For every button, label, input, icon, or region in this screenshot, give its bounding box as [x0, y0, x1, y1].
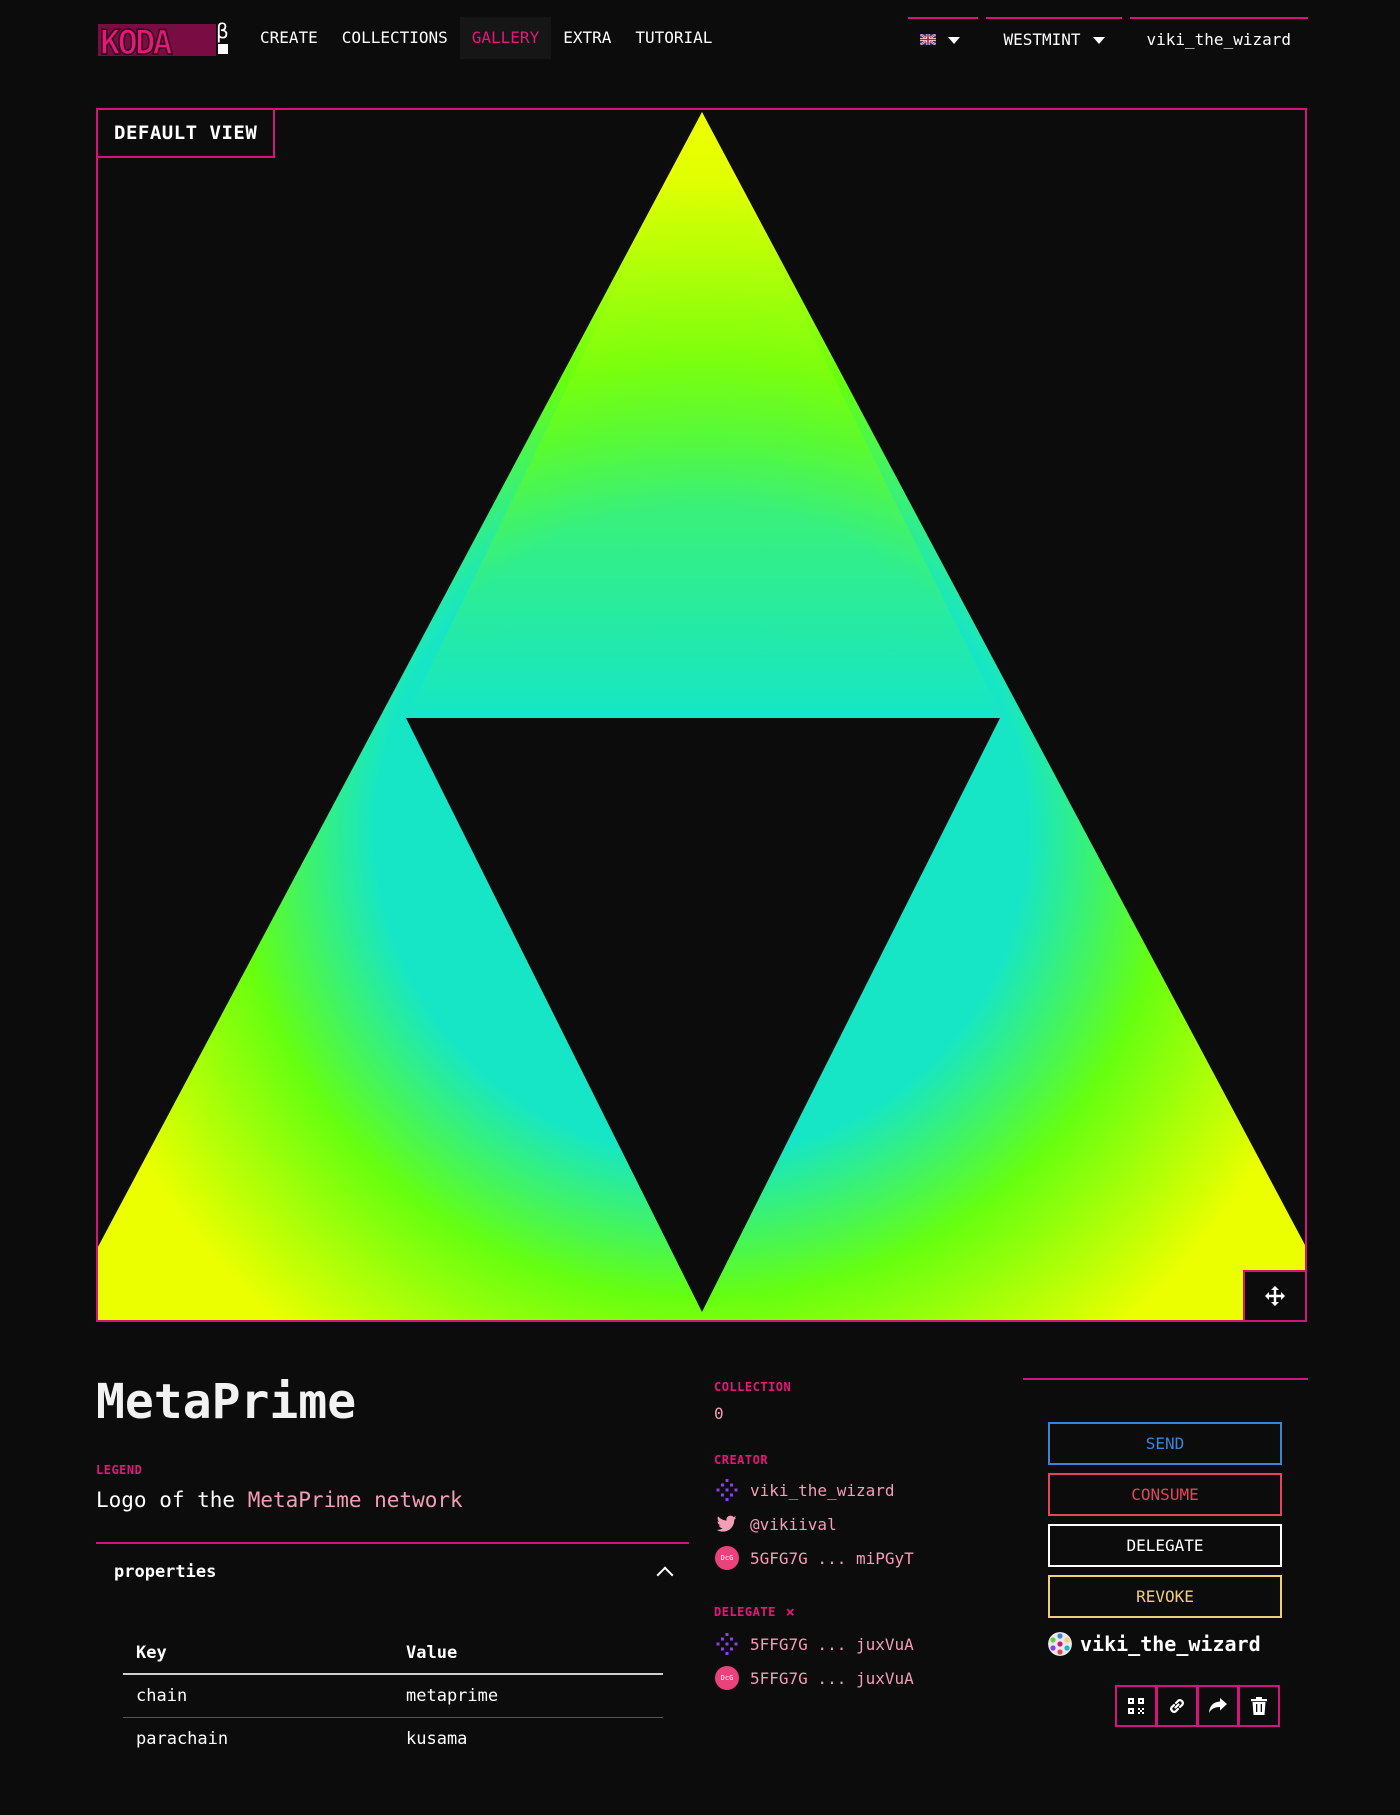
action-buttons: SEND CONSUME DELEGATE REVOKE — [1048, 1422, 1282, 1626]
nav-create[interactable]: CREATE — [248, 17, 330, 59]
top-navbar: KODA β CREATE COLLECTIONS GALLERY EXTRA … — [96, 14, 1308, 64]
delegate-address[interactable]: DcG 5FFG7G ... juxVuA — [714, 1661, 974, 1695]
delete-button[interactable] — [1238, 1685, 1280, 1727]
beta-badge: β — [216, 19, 229, 43]
owner-avatar-icon — [1048, 1632, 1072, 1656]
creator-twitter[interactable]: @vikiival — [714, 1507, 974, 1541]
language-dropdown[interactable] — [908, 17, 979, 59]
identity-diamond-icon — [714, 1477, 740, 1503]
nav-collections[interactable]: COLLECTIONS — [330, 17, 460, 59]
properties-panel: properties Key Value chain metaprime par… — [96, 1542, 689, 1749]
nav-extra[interactable]: EXTRA — [551, 17, 623, 59]
delegate-button[interactable]: DELEGATE — [1048, 1524, 1282, 1567]
delegate-header: DELEGATE × — [714, 1603, 974, 1621]
creator-label: CREATOR — [714, 1453, 769, 1467]
address-avatar-icon: DcG — [714, 1545, 740, 1571]
close-icon[interactable]: × — [786, 1603, 795, 1621]
delegate-label: DELEGATE — [714, 1605, 776, 1619]
nft-title: MetaPrime — [96, 1374, 357, 1430]
identity-diamond-icon — [714, 1631, 740, 1657]
legend-highlight: MetaPrime network — [247, 1488, 463, 1512]
legend-description: Logo of the MetaPrime network — [96, 1488, 463, 1512]
creator-name: viki_the_wizard — [750, 1480, 895, 1500]
table-header-row: Key Value — [123, 1632, 663, 1675]
qr-code-button[interactable] — [1115, 1685, 1157, 1727]
fullscreen-button[interactable] — [1243, 1270, 1305, 1320]
nav-right: WESTMINT viki_the_wizard — [908, 17, 1308, 59]
chevron-up-icon — [656, 1566, 674, 1584]
address-avatar-icon: DcG — [714, 1665, 740, 1691]
owner-identity[interactable]: viki_the_wizard — [1048, 1632, 1261, 1656]
table-row: chain metaprime — [123, 1674, 663, 1718]
properties-title: properties — [114, 1562, 217, 1582]
send-button[interactable]: SEND — [1048, 1422, 1282, 1465]
qr-code-icon — [1128, 1698, 1144, 1714]
nft-media-viewer: DEFAULT VIEW — [96, 108, 1307, 1322]
revoke-button[interactable]: REVOKE — [1048, 1575, 1282, 1618]
collection-label: COLLECTION — [714, 1380, 792, 1394]
table-row: parachain kusama — [123, 1717, 663, 1760]
account-button[interactable]: viki_the_wizard — [1129, 17, 1308, 59]
property-value: kusama — [406, 1728, 468, 1749]
twitter-handle: @vikiival — [750, 1514, 837, 1534]
properties-toggle[interactable]: properties — [96, 1544, 689, 1600]
delegate-list: 5FFG7G ... juxVuA DcG 5FFG7G ... juxVuA — [714, 1627, 974, 1695]
network-label: WESTMINT — [1003, 29, 1081, 49]
chevron-down-icon — [1092, 36, 1105, 44]
creator-list: viki_the_wizard @vikiival DcG 5GFG7G ...… — [714, 1473, 974, 1575]
share-button[interactable] — [1197, 1685, 1239, 1727]
meta-column: COLLECTION 0 CREATOR viki_the_wizard @vi… — [714, 1380, 974, 1695]
main-nav: CREATE COLLECTIONS GALLERY EXTRA TUTORIA… — [248, 17, 724, 59]
delegate-address-text: 5FFG7G ... juxVuA — [750, 1668, 914, 1688]
move-arrows-icon — [1265, 1286, 1285, 1306]
default-view-label[interactable]: DEFAULT VIEW — [98, 110, 276, 158]
share-toolbar — [1115, 1685, 1280, 1727]
column-header-key: Key — [123, 1632, 393, 1675]
legend-prefix: Logo of the — [96, 1488, 248, 1512]
column-header-value: Value — [393, 1632, 663, 1675]
properties-table: Key Value chain metaprime parachain kusa… — [123, 1632, 663, 1760]
property-value: metaprime — [393, 1674, 663, 1718]
delegate-identity-text: 5FFG7G ... juxVuA — [750, 1634, 914, 1654]
chevron-down-icon — [948, 36, 961, 44]
legend-label: LEGEND — [96, 1463, 143, 1477]
twitter-icon — [714, 1511, 740, 1537]
actions-divider — [1023, 1378, 1308, 1380]
account-label: viki_the_wizard — [1146, 29, 1292, 49]
property-key: parachain — [136, 1728, 229, 1749]
collection-value[interactable]: 0 — [714, 1404, 974, 1423]
svg-text:KODA: KODA — [100, 23, 172, 62]
owner-name: viki_the_wizard — [1080, 1632, 1261, 1656]
koda-logo-icon: KODA β — [98, 19, 229, 64]
koda-logo[interactable]: KODA β — [96, 16, 232, 64]
metaprime-triangle-artwork — [98, 112, 1305, 1320]
delegate-identity[interactable]: 5FFG7G ... juxVuA — [714, 1627, 974, 1661]
trash-icon — [1251, 1697, 1267, 1715]
creator-address-text: 5GFG7G ... miPGyT — [750, 1548, 914, 1568]
share-icon — [1209, 1698, 1227, 1713]
creator-address[interactable]: DcG 5GFG7G ... miPGyT — [714, 1541, 974, 1575]
creator-identity[interactable]: viki_the_wizard — [714, 1473, 974, 1507]
consume-button[interactable]: CONSUME — [1048, 1473, 1282, 1516]
property-key: chain — [123, 1674, 393, 1718]
uk-flag-icon — [920, 33, 937, 45]
nav-gallery[interactable]: GALLERY — [459, 17, 552, 59]
nav-tutorial[interactable]: TUTORIAL — [623, 17, 724, 59]
link-icon — [1170, 1699, 1184, 1713]
copy-link-button[interactable] — [1156, 1685, 1198, 1727]
network-dropdown[interactable]: WESTMINT — [986, 17, 1122, 59]
